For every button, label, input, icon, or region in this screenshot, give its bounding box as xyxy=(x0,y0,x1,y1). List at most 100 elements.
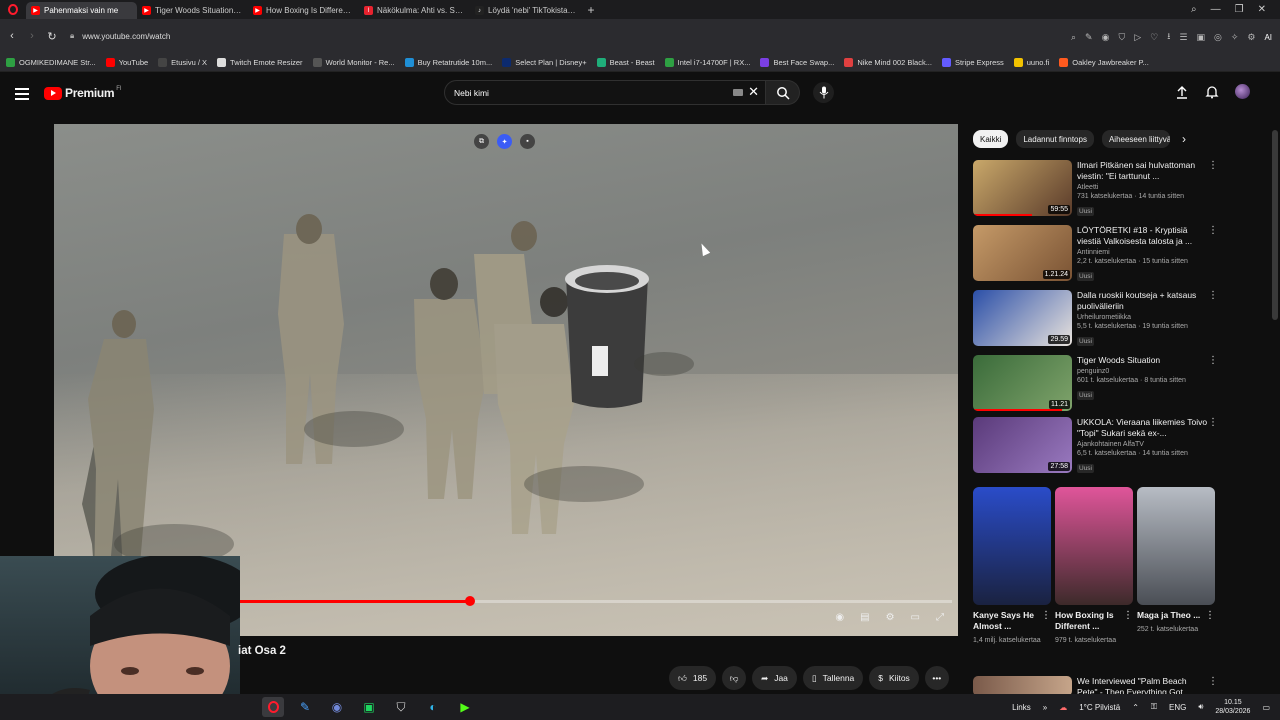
bookmark[interactable]: YouTube xyxy=(105,57,148,67)
video-thumbnail[interactable]: 59:55 xyxy=(973,160,1072,216)
volume-icon[interactable]: 🔊︎ xyxy=(1198,702,1203,712)
notification-center-icon[interactable]: ▭ xyxy=(1262,703,1270,712)
search-input[interactable]: Nebi kimi ✕ xyxy=(444,80,766,105)
more-options-icon[interactable]: ⋮ xyxy=(1208,160,1218,171)
clock[interactable]: 10.15 28/03/2026 xyxy=(1215,698,1250,716)
ai-button[interactable]: AI xyxy=(1264,33,1272,42)
tab-search-icon[interactable]: ⌕ xyxy=(1191,4,1197,15)
pen-icon[interactable]: ✎ xyxy=(1085,32,1093,43)
recommendation-item[interactable]: 27:58 UKKOLA: Vieraana liikemies Toivo "… xyxy=(973,417,1223,477)
close-window-button[interactable]: ✕ xyxy=(1258,4,1266,15)
recommendation-item[interactable]: We Interviewed "Palm Beach Pete" - Then … xyxy=(973,676,1223,696)
weather-text[interactable]: 1°C Pilvistä xyxy=(1079,703,1120,712)
thanks-button[interactable]: $ Kiitos xyxy=(869,666,919,690)
video-thumbnail[interactable]: 1.21.24 xyxy=(973,225,1072,281)
browser-tab[interactable]: ▶ Tiger Woods Situation - Yo xyxy=(137,2,248,19)
bookmark[interactable]: Twitch Emote Resizer xyxy=(217,57,303,67)
video-thumbnail[interactable]: 29.59 xyxy=(973,290,1072,346)
video-thumbnail[interactable]: 11.21 xyxy=(973,355,1072,411)
keyboard-icon[interactable] xyxy=(733,89,743,96)
notifications-bell-icon[interactable] xyxy=(1205,85,1219,99)
lens-icon[interactable]: ⌕ xyxy=(1071,32,1076,43)
search-button[interactable] xyxy=(766,80,800,105)
more-actions-button[interactable]: ••• xyxy=(924,666,949,690)
clear-search-icon[interactable]: ✕ xyxy=(748,84,759,100)
more-options-icon[interactable]: ⋮ xyxy=(1208,225,1218,236)
chip-all[interactable]: Kaikki xyxy=(973,130,1009,148)
bookmark[interactable]: Intel i7-14700F | RX... xyxy=(664,57,750,67)
heart-icon[interactable]: ♡ xyxy=(1150,32,1158,43)
play-icon[interactable]: ▷ xyxy=(1134,32,1141,43)
list-icon[interactable]: ☰ xyxy=(1179,32,1187,43)
new-tab-button[interactable]: + xyxy=(581,3,601,17)
paint-app-icon[interactable]: ✎ xyxy=(294,697,316,717)
autoplay-toggle-icon[interactable]: ◉ xyxy=(835,612,844,623)
more-options-icon[interactable]: ⋮ xyxy=(1208,417,1218,428)
gpt-icon[interactable]: ✧ xyxy=(1231,32,1239,43)
browser-tab[interactable]: ▶ How Boxing Is Different Fr xyxy=(248,2,359,19)
video-thumbnail[interactable]: 27:58 xyxy=(973,417,1072,473)
recommendation-item[interactable]: 29.59 Dalla ruoskii koutseja + katsaus p… xyxy=(973,290,1223,350)
chip-related[interactable]: Aiheeseen liittyvä xyxy=(1101,130,1170,148)
browser-tab[interactable]: ♪ Löydä 'nebi' TikTokista | Ti xyxy=(470,2,581,19)
bookmark[interactable]: OGMIKEDIMANE Str... xyxy=(6,57,96,67)
discord-app-icon[interactable]: ◉ xyxy=(326,697,348,717)
save-button[interactable]: ▯ Tallenna xyxy=(802,666,864,690)
extension-icon[interactable]: ▣ xyxy=(1196,32,1205,43)
settings-gear-icon[interactable]: ⚙ xyxy=(886,612,895,623)
avatar[interactable] xyxy=(1235,84,1250,99)
more-options-icon[interactable]: ⋮ xyxy=(1041,610,1051,621)
url-field[interactable]: 🔒︎ www.youtube.com/watch xyxy=(70,25,1080,47)
recommendation-item[interactable]: 59:55 Ilmari Pitkänen sai hulvattoman vi… xyxy=(973,160,1223,220)
forward-button[interactable]: › xyxy=(22,30,42,42)
shield-app-icon[interactable]: ⛉ xyxy=(390,697,412,717)
fullscreen-icon[interactable]: ⤢ xyxy=(936,612,944,623)
bookmark[interactable]: Stripe Express xyxy=(941,57,1004,67)
bookmark[interactable]: Nike Mind 002 Black... xyxy=(844,57,932,67)
subtitles-icon[interactable]: ▤ xyxy=(860,612,869,623)
tray-expand-icon[interactable]: ⌃ xyxy=(1132,703,1139,712)
bookmark[interactable]: uuno.fi xyxy=(1013,57,1049,67)
short-thumbnail[interactable] xyxy=(1137,487,1215,605)
browser-tab[interactable]: I Näkökulma: Ahti vs. Sann xyxy=(359,2,470,19)
bookmark[interactable]: Beast - Beast xyxy=(596,57,655,67)
like-button[interactable]: 👍︎ 185 xyxy=(669,666,717,690)
bookmark[interactable]: Etusivu / X xyxy=(158,57,207,67)
bookmark[interactable]: World Monitor - Re... xyxy=(312,57,395,67)
links-toolbar[interactable]: Links xyxy=(1012,703,1031,712)
chip-uploader[interactable]: Ladannut finntops xyxy=(1016,130,1094,148)
chevron-right-icon[interactable]: › xyxy=(1182,132,1186,146)
hamburger-menu-icon[interactable] xyxy=(15,88,29,100)
opera-logo-icon[interactable] xyxy=(0,0,26,19)
recommendation-item[interactable]: 1.21.24 LÖYTÖRETKI #18 - Kryptisiä viest… xyxy=(973,225,1223,285)
dislike-button[interactable]: 👎︎ xyxy=(722,666,747,690)
spotify-app-icon[interactable]: ▣ xyxy=(358,697,380,717)
short-thumbnail[interactable] xyxy=(973,487,1051,605)
more-options-icon[interactable]: ⋮ xyxy=(1205,610,1215,621)
download-icon[interactable]: ⭳ xyxy=(1167,29,1170,45)
shield-icon[interactable]: ⛉ xyxy=(1118,32,1125,43)
camera-capture-icon[interactable]: ▪ xyxy=(520,134,535,149)
camera-icon[interactable]: ◉ xyxy=(1102,32,1110,43)
bookmark[interactable]: Buy Retatrutide 10m... xyxy=(404,57,492,67)
video-thumbnail[interactable] xyxy=(973,676,1072,696)
bookmark[interactable]: Select Plan | Disney+ xyxy=(502,57,587,67)
bookmark[interactable]: Best Face Swap... xyxy=(760,57,834,67)
short-thumbnail[interactable] xyxy=(1055,487,1133,605)
reload-button[interactable]: ↻ xyxy=(42,30,62,43)
opera-app-icon[interactable] xyxy=(262,697,284,717)
sidebar-scrollbar[interactable] xyxy=(1272,130,1278,320)
voice-search-button[interactable] xyxy=(813,82,834,103)
miniplayer-icon[interactable]: ⧉ xyxy=(474,134,489,149)
more-options-icon[interactable]: ⋮ xyxy=(1208,355,1218,366)
share-button[interactable]: ➦ Jaa xyxy=(752,666,797,690)
more-options-icon[interactable]: ⋮ xyxy=(1208,290,1218,301)
bookmark[interactable]: Oakley Jawbreaker P... xyxy=(1059,57,1149,67)
edge-app-icon[interactable]: ◐ xyxy=(422,697,444,717)
minimize-button[interactable]: — xyxy=(1211,4,1221,15)
back-button[interactable]: ‹ xyxy=(2,30,22,42)
theater-mode-icon[interactable]: ▭ xyxy=(911,612,920,623)
more-tray-icon[interactable]: » xyxy=(1043,703,1047,712)
ai-enhance-icon[interactable]: ✦ xyxy=(497,134,512,149)
network-icon[interactable]: ⚿ xyxy=(1151,702,1157,712)
